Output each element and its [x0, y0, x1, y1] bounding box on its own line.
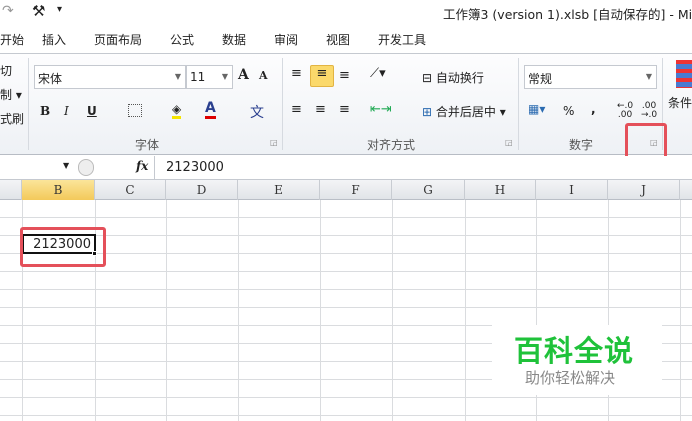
column-header-b[interactable]: B	[22, 180, 95, 200]
formula-divider	[154, 156, 155, 180]
column-header-c[interactable]: C	[95, 180, 166, 200]
watermark-subtitle: 助你轻松解决	[525, 369, 616, 387]
column-header-e[interactable]: E	[238, 180, 320, 200]
increase-decimal-button[interactable]: ←.0 .00	[617, 102, 633, 120]
merge-label: 合并后居中	[435, 105, 496, 119]
align-middle-button[interactable]: ≡	[310, 65, 334, 87]
alignment-group-label: 对齐方式	[367, 138, 416, 152]
fill-color-button[interactable]: ◈	[172, 102, 182, 119]
conditional-format-icon	[676, 60, 692, 88]
bold-button[interactable]: B	[40, 104, 50, 118]
font-group-label: 字体	[135, 138, 160, 152]
number-format-value: 常规	[528, 72, 553, 86]
wrap-text-button[interactable]: ⊟ 自动换行	[422, 69, 484, 86]
merge-center-button[interactable]: ⊞ 合并后居中 ▾	[422, 103, 506, 120]
tab-insert[interactable]: 插入	[42, 31, 66, 48]
group-separator	[282, 58, 283, 150]
column-header-f[interactable]: F	[320, 180, 392, 200]
font-name-value: 宋体	[38, 72, 63, 86]
align-center-button[interactable]: ≡	[315, 102, 326, 117]
merge-icon: ⊞	[422, 105, 433, 119]
font-color-button[interactable]: A	[205, 100, 216, 119]
font-size-value: 11	[190, 70, 206, 84]
conditional-format-button[interactable]: 条件	[668, 94, 692, 111]
decrease-decimal-button[interactable]: .00 →.0	[641, 102, 657, 120]
align-bottom-button[interactable]: ≡	[339, 68, 350, 83]
column-header-h[interactable]: H	[465, 180, 536, 200]
format-painter-button[interactable]: 式刷	[0, 110, 24, 127]
font-dialog-launcher-icon[interactable]: ◲	[270, 138, 278, 147]
group-separator	[518, 58, 519, 150]
number-format-select[interactable]: 常规 ▼	[524, 65, 657, 89]
wrap-text-label: 自动换行	[435, 71, 484, 85]
number-group-label: 数字	[569, 138, 594, 152]
font-size-select[interactable]: 11 ▼	[186, 65, 233, 89]
indent-buttons[interactable]: ⇤⇥	[370, 102, 392, 117]
cut-button[interactable]: 切	[0, 62, 12, 79]
wrap-text-icon: ⊟	[422, 71, 433, 85]
borders-button[interactable]	[128, 104, 142, 117]
group-separator	[28, 58, 29, 150]
shrink-font-button[interactable]: A	[259, 69, 268, 82]
ribbon-tabs: 开始 插入 页面布局 公式 数据 审阅 视图 开发工具	[0, 24, 692, 54]
watermark: 百科全说 助你轻松解决	[492, 325, 662, 395]
chevron-down-icon: ▼	[174, 72, 181, 81]
column-header-d[interactable]: D	[166, 180, 238, 200]
watermark-title: 百科全说	[514, 334, 635, 368]
formula-input[interactable]: 2123000	[166, 160, 224, 175]
tab-formulas[interactable]: 公式	[170, 31, 194, 48]
tab-view[interactable]: 视图	[326, 31, 350, 48]
tab-page-layout[interactable]: 页面布局	[94, 31, 142, 48]
copy-button[interactable]: 制 ▾	[0, 86, 22, 103]
grow-font-button[interactable]: A	[238, 67, 249, 83]
orientation-button[interactable]: ⟋▾	[370, 66, 386, 81]
italic-button[interactable]: I	[64, 104, 69, 118]
column-header-i[interactable]: I	[536, 180, 608, 200]
chevron-down-icon: ▼	[221, 72, 228, 81]
row-header-corner[interactable]	[0, 180, 22, 200]
underline-button[interactable]: U	[87, 104, 97, 118]
chevron-down-icon: ▼	[645, 72, 652, 81]
formula-bar: ▼ fx 2123000	[0, 156, 692, 180]
splitter-handle[interactable]	[78, 159, 94, 176]
tab-home[interactable]: 开始	[0, 31, 24, 48]
alignment-dialog-launcher-icon[interactable]: ◲	[505, 138, 513, 147]
highlight-selected-cell	[20, 227, 106, 267]
tab-data[interactable]: 数据	[222, 31, 246, 48]
column-headers: B C D E F G H I J	[0, 180, 692, 200]
name-box-dropdown-icon[interactable]: ▼	[63, 161, 69, 170]
phonetic-button[interactable]: 文	[250, 102, 264, 122]
window-title: 工作簿3 (version 1).xlsb [自动保存的] - Micr	[443, 7, 692, 22]
column-header-j[interactable]: J	[608, 180, 680, 200]
redo-icon[interactable]: ↷	[2, 3, 14, 19]
align-left-button[interactable]: ≡	[291, 102, 302, 117]
align-top-button[interactable]: ≡	[291, 66, 302, 81]
column-header-g[interactable]: G	[392, 180, 465, 200]
currency-button[interactable]: ▦▾	[528, 102, 545, 116]
comma-button[interactable]: ,	[591, 102, 596, 116]
customize-quick-access-icon[interactable]: ▾	[57, 4, 62, 15]
title-bar: ↷ ⚒ ▾ 工作簿3 (version 1).xlsb [自动保存的] - Mi…	[0, 0, 692, 24]
insert-function-button[interactable]: fx	[136, 159, 148, 173]
tools-icon[interactable]: ⚒	[32, 2, 45, 20]
percent-button[interactable]: %	[563, 104, 574, 118]
tab-developer[interactable]: 开发工具	[378, 31, 426, 48]
ribbon: 切 制 ▾ 式刷 宋体 ▼ 11 ▼ A A B I U ◈ A 文 字体 ◲ ≡ …	[0, 54, 692, 155]
align-right-button[interactable]: ≡	[339, 102, 350, 117]
font-name-select[interactable]: 宋体 ▼	[34, 65, 186, 89]
tab-review[interactable]: 审阅	[274, 31, 298, 48]
